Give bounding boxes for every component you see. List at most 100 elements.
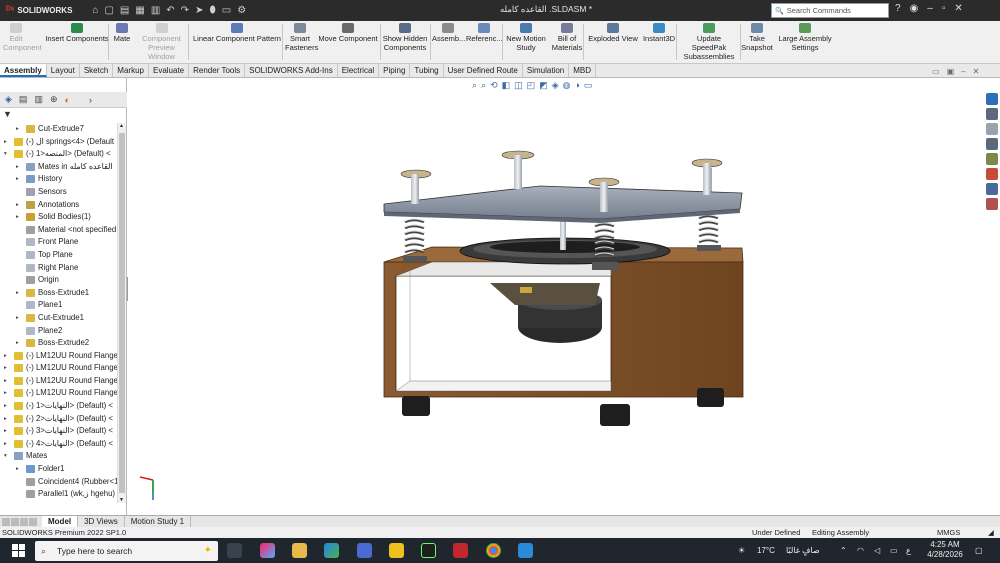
expand-arrow-icon[interactable]: ▸ <box>4 387 7 400</box>
taskbar-search-input[interactable]: ⌕ Type here to search ✦ <box>35 541 218 561</box>
clock[interactable]: 4:25 AM 4/28/2026 <box>922 540 968 560</box>
expand-arrow-icon[interactable]: ▸ <box>16 173 19 186</box>
expand-arrow-icon[interactable]: ▸ <box>16 123 19 136</box>
apply-scene-icon[interactable]: ◑ <box>574 80 579 91</box>
edit-appearance-icon[interactable]: ◍ <box>563 80 571 91</box>
expand-arrow-icon[interactable]: ▸ <box>4 350 7 363</box>
custom-properties-icon[interactable] <box>985 183 998 195</box>
scroll-down-icon[interactable]: ▼ <box>119 497 124 503</box>
tab-simulation[interactable]: Simulation <box>523 64 570 77</box>
search-commands-input[interactable]: 🔍 Search Commands <box>771 3 889 18</box>
cmd-edit-component[interactable]: Edit Component <box>3 23 42 52</box>
close-icon[interactable]: ✕ <box>954 3 962 14</box>
expand-arrow-icon[interactable]: ▸ <box>16 337 19 350</box>
tree-node[interactable]: ▸ History <box>0 173 117 186</box>
tree-node[interactable]: ▸ (-) LM12UU Round Flange <box>0 362 117 375</box>
tree-node[interactable]: ▸ (-) النهايات<3> (Default) < <box>0 425 117 438</box>
solidworks-resources-icon[interactable] <box>985 93 998 105</box>
downloader-icon[interactable] <box>389 543 404 558</box>
expand-arrow-icon[interactable]: ▸ <box>4 438 7 451</box>
tree-node[interactable]: ▸ Cut-Extrude1 <box>0 312 117 325</box>
expand-arrow-icon[interactable]: ▸ <box>4 375 7 388</box>
weather-text[interactable]: صافٍ غالبًا <box>786 538 820 563</box>
cmd-linear-component-pattern[interactable]: Linear Component Pattern <box>193 23 281 43</box>
cmd-show-hidden-components[interactable]: Show Hidden Components <box>382 23 428 52</box>
dynamic-annotation-icon[interactable]: ◫ <box>514 80 523 91</box>
cmd-bill-of-materials[interactable]: Bill of Materials <box>551 23 583 52</box>
expand-arrow-icon[interactable]: ▸ <box>4 136 7 149</box>
cmd-mate[interactable]: Mate <box>112 23 132 43</box>
tree-node[interactable]: ▸ (-) النهايات<1> (Default) < <box>0 400 117 413</box>
user-account-icon[interactable]: ◉ <box>910 3 919 14</box>
bottom-tab-motion-study-1[interactable]: Motion Study 1 <box>125 515 192 528</box>
tab-layout[interactable]: Layout <box>47 64 80 77</box>
design-library-icon[interactable] <box>985 123 998 135</box>
chrome-icon[interactable] <box>486 543 501 558</box>
weather-icon[interactable]: ☀ <box>738 538 745 563</box>
expand-arrow-icon[interactable]: ▸ <box>4 413 7 426</box>
cmd-exploded-view[interactable]: Exploded View <box>588 23 638 43</box>
expand-arrow-icon[interactable]: ▸ <box>16 312 19 325</box>
print-icon[interactable]: ▥ <box>151 5 160 16</box>
maximize-icon[interactable]: ▫ <box>942 3 946 14</box>
tree-node[interactable]: Plane2 <box>0 325 117 338</box>
tree-node[interactable]: ▸ (-) النهايات<2> (Default) < <box>0 413 117 426</box>
cmd-large-assembly-settings[interactable]: Large Assembly Settings <box>777 23 833 52</box>
appearances-icon[interactable] <box>985 168 998 180</box>
tree-node[interactable]: ▸ (-) LM12UU Round Flange <box>0 375 117 388</box>
prev-tab-icon[interactable] <box>11 517 19 526</box>
collapse-arrow-icon[interactable]: ▾ <box>4 450 7 463</box>
home-icon[interactable]: ⌂ <box>92 5 98 16</box>
save-icon[interactable]: ▦ <box>135 5 144 16</box>
dimxpert-tab-icon[interactable]: ⊕ <box>50 94 58 105</box>
tab-assembly[interactable]: Assembly <box>0 64 47 77</box>
tree-node[interactable]: Plane1 <box>0 299 117 312</box>
tree-node[interactable]: Front Plane <box>0 236 117 249</box>
tree-node[interactable]: Sensors <box>0 186 117 199</box>
tree-node[interactable]: ▸ (-) النهايات<4> (Default) < <box>0 438 117 451</box>
tree-node[interactable]: ▸ Cut-Extrude7 <box>0 123 117 136</box>
next-tab-icon[interactable] <box>20 517 28 526</box>
tab-evaluate[interactable]: Evaluate <box>149 64 190 77</box>
select-icon[interactable]: ➤ <box>195 5 203 16</box>
cmd-take-snapshot[interactable]: Take Snapshot <box>741 23 773 52</box>
home-pane-icon[interactable] <box>985 108 998 120</box>
edge-icon[interactable] <box>324 543 339 558</box>
section-view-icon[interactable]: ◧ <box>502 80 511 91</box>
tree-node[interactable]: Parallel1 (wk,ز hgehu) <box>0 488 117 501</box>
windows-start-icon[interactable] <box>12 544 25 557</box>
view-orientation-icon[interactable]: ◰ <box>527 80 536 91</box>
pycharm-icon[interactable] <box>421 543 436 558</box>
tree-node[interactable]: ▸ (-) LM12UU Round Flange <box>0 350 117 363</box>
display-manager-tab-icon[interactable]: ◐ <box>65 95 70 105</box>
app-icon[interactable] <box>518 543 533 558</box>
notifications-icon[interactable]: ▢ <box>975 538 983 563</box>
filter-icon[interactable]: ▼ <box>3 109 12 119</box>
display-style-icon[interactable]: ◩ <box>539 80 548 91</box>
expand-arrow-icon[interactable]: ▸ <box>16 287 19 300</box>
tab-mbd[interactable]: MBD <box>569 64 596 77</box>
cmd-component-preview-window[interactable]: Component Preview Window <box>134 23 189 61</box>
min-doc-icon[interactable]: – <box>961 67 965 76</box>
options-gear-icon[interactable]: ⚙ <box>237 5 246 16</box>
cmd-instant3d[interactable]: Instant3D <box>641 23 677 43</box>
tree-node[interactable]: Right Plane <box>0 262 117 275</box>
undo-icon[interactable]: ↶ <box>166 5 174 16</box>
tab-piping[interactable]: Piping <box>379 64 411 77</box>
cmd-smart-fasteners[interactable]: Smart Fasteners <box>285 23 318 52</box>
bottom-tab-3d-views[interactable]: 3D Views <box>78 515 125 528</box>
open-file-icon[interactable]: ▤ <box>120 5 129 16</box>
tree-node[interactable]: Origin <box>0 274 117 287</box>
solidworks-forum-icon[interactable] <box>985 198 998 210</box>
previous-view-icon[interactable]: ⟲ <box>490 80 498 91</box>
tab-tubing[interactable]: Tubing <box>410 64 444 77</box>
expand-arrow-icon[interactable]: ▸ <box>16 161 19 174</box>
restore-doc-icon[interactable]: ▭ <box>932 67 940 76</box>
task-view-icon[interactable] <box>227 543 242 558</box>
tree-node[interactable]: ▸ Solid Bodies(1) <box>0 211 117 224</box>
graphics-area[interactable] <box>128 78 983 515</box>
tab-markup[interactable]: Markup <box>113 64 149 77</box>
solidworks-taskbar-icon[interactable] <box>453 543 468 558</box>
temperature[interactable]: 17°C <box>757 538 775 563</box>
view-palette-icon[interactable] <box>985 153 998 165</box>
